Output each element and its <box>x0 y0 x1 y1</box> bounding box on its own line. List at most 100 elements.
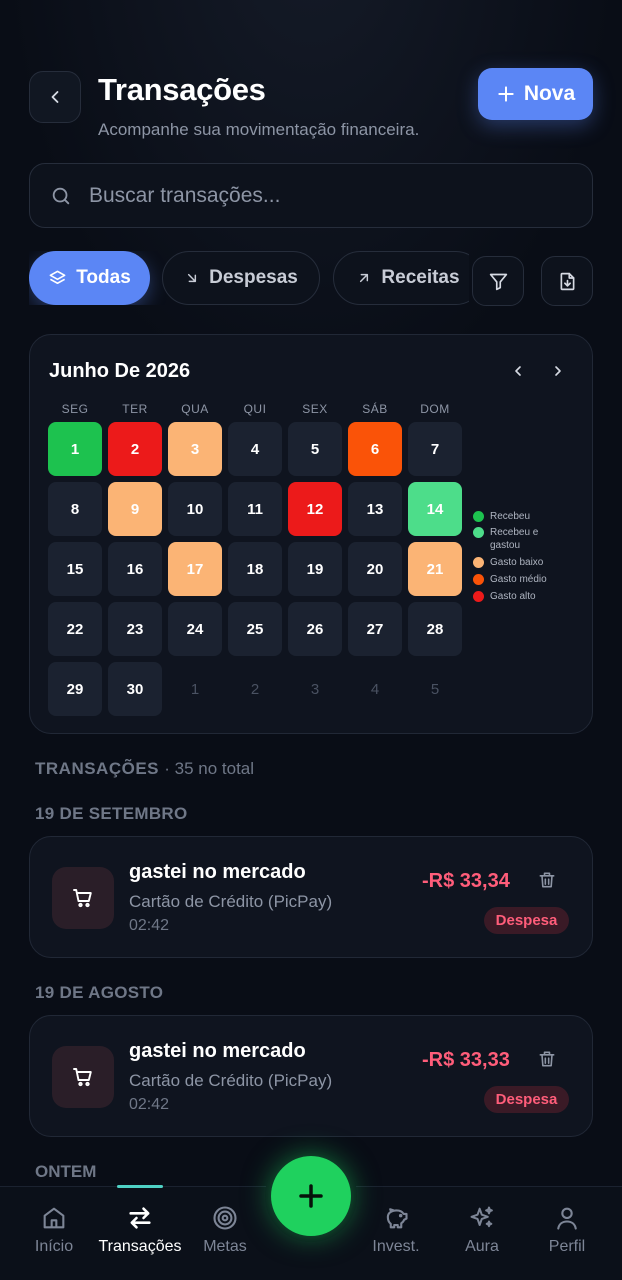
transaction-card[interactable]: gastei no mercado Cartão de Crédito (Pic… <box>29 836 593 958</box>
nav-label: Aura <box>465 1238 499 1255</box>
calendar-day[interactable]: 16 <box>108 542 162 596</box>
nav-item-perfil[interactable]: Perfil <box>522 1204 612 1256</box>
calendar-day[interactable]: 19 <box>288 542 342 596</box>
legend-label: Gasto médio <box>490 574 547 585</box>
calendar-day[interactable]: 15 <box>48 542 102 596</box>
delete-transaction-button[interactable] <box>537 1049 557 1069</box>
calendar-prev-button[interactable] <box>504 357 532 385</box>
calendar-day[interactable]: 10 <box>168 482 222 536</box>
delete-transaction-button[interactable] <box>537 870 557 890</box>
filter-chip-label: Receitas <box>381 267 460 288</box>
weekday-label: SEG <box>61 402 89 416</box>
filter-button[interactable] <box>472 256 524 306</box>
date-group-header: 19 DE AGOSTO <box>35 983 164 1002</box>
calendar-day[interactable]: 8 <box>48 482 102 536</box>
search-icon <box>52 187 70 204</box>
home-icon <box>43 1207 65 1229</box>
calendar-day[interactable]: 22 <box>48 602 102 656</box>
calendar-day[interactable]: 6 <box>348 422 402 476</box>
calendar-day-next-month: 4 <box>370 680 380 698</box>
shopping-cart-icon <box>73 1068 92 1087</box>
transaction-type-badge: Despesa <box>484 907 569 934</box>
shopping-cart-icon <box>73 889 92 908</box>
calendar-day[interactable]: 4 <box>228 422 282 476</box>
calendar-day[interactable]: 18 <box>228 542 282 596</box>
file-download-icon <box>560 272 574 290</box>
calendar-day[interactable]: 30 <box>108 662 162 716</box>
transaction-card[interactable]: gastei no mercado Cartão de Crédito (Pic… <box>29 1015 593 1137</box>
chevron-right-icon <box>555 366 561 376</box>
transaction-title: gastei no mercado <box>129 861 306 883</box>
plus-icon <box>498 86 514 102</box>
calendar-day[interactable]: 28 <box>408 602 462 656</box>
nav-item-transacoes[interactable]: Transações <box>95 1204 185 1256</box>
legend-label: Gasto alto <box>490 591 536 602</box>
search-bar[interactable] <box>29 163 593 228</box>
calendar-day[interactable]: 7 <box>408 422 462 476</box>
nav-item-inicio[interactable]: Início <box>9 1204 99 1256</box>
calendar-month-label: Junho De 2026 <box>49 360 191 382</box>
legend-item: Recebeu e gastou <box>473 526 548 552</box>
calendar-day[interactable]: 14 <box>408 482 462 536</box>
export-button[interactable] <box>541 256 593 306</box>
transfer-arrows-icon <box>129 1207 151 1229</box>
weekday-label: SÁB <box>362 402 388 416</box>
calendar-day[interactable]: 5 <box>288 422 342 476</box>
calendar-day[interactable]: 17 <box>168 542 222 596</box>
transactions-count: · 35 no total <box>164 759 255 778</box>
transaction-time: 02:42 <box>129 917 170 934</box>
filter-chips: Todas Despesas Receitas <box>29 251 469 305</box>
piggy-bank-icon <box>386 1208 408 1229</box>
filter-chip-label: Todas <box>76 267 131 288</box>
chevron-left-icon <box>515 366 521 376</box>
fab-circle <box>271 1156 351 1236</box>
date-group-header: ONTEM <box>35 1162 97 1181</box>
calendar-day[interactable]: 21 <box>408 542 462 596</box>
page-title: Transações <box>98 72 266 107</box>
back-button[interactable] <box>29 71 81 123</box>
filter-chip-despesas[interactable]: Despesas <box>162 251 320 305</box>
legend-label: Gasto baixo <box>490 557 544 568</box>
legend-color-dot <box>473 527 484 538</box>
new-button-label: Nova <box>523 82 576 105</box>
filter-chip-receitas[interactable]: Receitas <box>333 251 469 305</box>
section-label: TRANSAÇÕES <box>35 759 160 778</box>
calendar-day[interactable]: 9 <box>108 482 162 536</box>
calendar-day[interactable]: 3 <box>168 422 222 476</box>
weekday-label: TER <box>122 402 148 416</box>
calendar-day[interactable]: 20 <box>348 542 402 596</box>
calendar-day[interactable]: 26 <box>288 602 342 656</box>
calendar-day[interactable]: 13 <box>348 482 402 536</box>
calendar-day[interactable]: 2 <box>108 422 162 476</box>
weekday-label: QUA <box>181 402 209 416</box>
nav-label: Início <box>34 1238 74 1255</box>
transaction-type-badge: Despesa <box>484 1086 569 1113</box>
calendar-day[interactable]: 27 <box>348 602 402 656</box>
calendar-day[interactable]: 23 <box>108 602 162 656</box>
search-input[interactable] <box>89 183 559 208</box>
calendar-day[interactable]: 29 <box>48 662 102 716</box>
nav-item-investimentos[interactable]: Invest. <box>351 1204 441 1256</box>
transaction-amount: -R$ 33,34 <box>422 870 510 892</box>
calendar-day[interactable]: 25 <box>228 602 282 656</box>
legend-label: Recebeu <box>490 511 531 522</box>
transaction-amount: -R$ 33,33 <box>422 1049 510 1071</box>
add-transaction-fab[interactable] <box>265 1150 357 1242</box>
filter-chip-todas[interactable]: Todas <box>29 251 150 305</box>
legend-color-dot <box>473 574 484 585</box>
calendar-day-next-month: 5 <box>430 680 440 698</box>
legend-color-dot <box>473 511 484 522</box>
filter-icon <box>489 273 507 290</box>
transaction-category-icon <box>52 867 114 929</box>
legend-item: Gasto alto <box>473 590 536 603</box>
calendar-day[interactable]: 11 <box>228 482 282 536</box>
calendar-next-button[interactable] <box>544 357 572 385</box>
legend-item: Gasto baixo <box>473 556 543 569</box>
layers-icon <box>49 270 66 284</box>
calendar-day[interactable]: 24 <box>168 602 222 656</box>
new-transaction-button[interactable]: Nova <box>478 68 593 120</box>
nav-item-aura[interactable]: Aura <box>437 1204 527 1256</box>
calendar-day[interactable]: 1 <box>48 422 102 476</box>
nav-item-metas[interactable]: Metas <box>180 1204 270 1256</box>
calendar-day[interactable]: 12 <box>288 482 342 536</box>
